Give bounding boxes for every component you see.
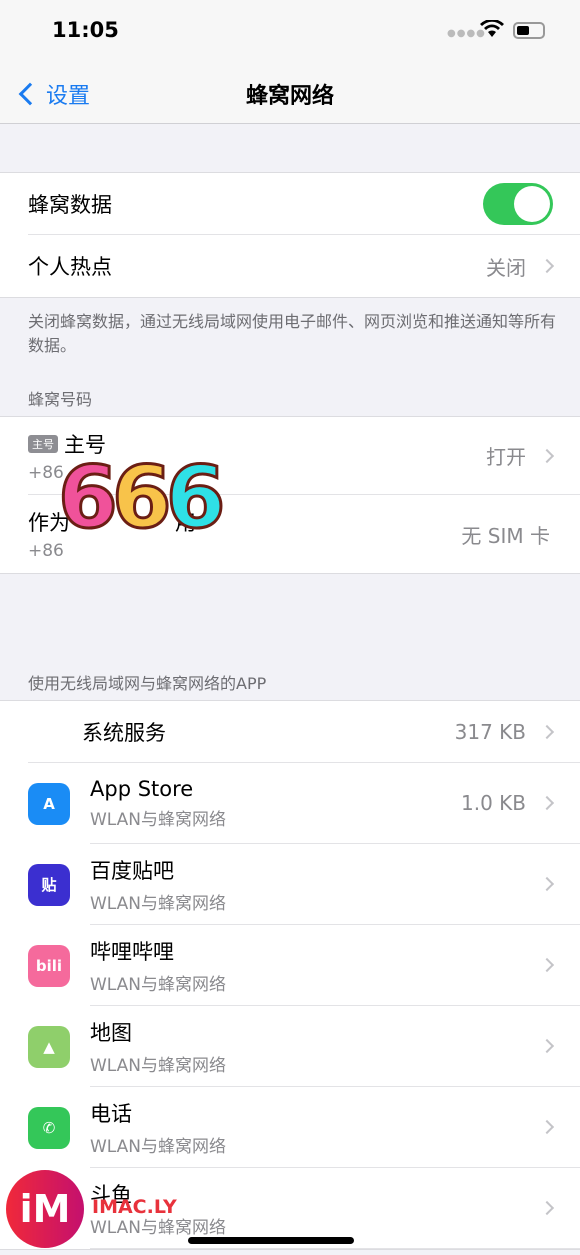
app-row-maps[interactable]: ▲ 地图 WLAN与蜂窝网络: [28, 1006, 580, 1087]
cellular-group: 蜂窝数据 个人热点 关闭: [0, 172, 580, 298]
hotspot-row[interactable]: 个人热点 关闭: [28, 235, 580, 297]
app-name: 电话: [90, 1101, 132, 1126]
app-subtitle: WLAN与蜂窝网络: [90, 974, 227, 995]
app-row-phone[interactable]: ✆ 电话 WLAN与蜂窝网络: [28, 1087, 580, 1168]
app-subtitle: WLAN与蜂窝网络: [90, 893, 227, 914]
app-store-icon: A: [28, 782, 70, 825]
wifi-icon: [480, 20, 504, 37]
status-bar: 11:05 ●●●●: [0, 0, 580, 60]
app-subtitle: WLAN与蜂窝网络: [90, 809, 227, 830]
app-subtitle: WLAN与蜂窝网络: [90, 1055, 227, 1076]
app-name: 哔哩哔哩: [90, 939, 174, 964]
navigation-bar: 设置 蜂窝网络: [0, 60, 580, 124]
app-name: 百度贴吧: [90, 858, 174, 883]
app-name: 地图: [90, 1020, 132, 1045]
chevron-right-icon: [539, 724, 555, 739]
hotspot-value: 关闭: [486, 255, 526, 280]
chevron-right-icon: [539, 1200, 555, 1216]
cellular-data-label: 蜂窝数据: [28, 192, 112, 217]
chevron-right-icon: [539, 795, 555, 811]
system-services-label: 系统服务: [82, 720, 166, 745]
primary-badge: 主号: [28, 434, 58, 453]
app-row-bilibili[interactable]: bili 哔哩哔哩 WLAN与蜂窝网络: [28, 925, 580, 1006]
chevron-right-icon: [539, 448, 555, 463]
maps-icon: ▲: [28, 1025, 70, 1068]
app-name: App Store: [90, 776, 194, 801]
phone-icon: ✆: [28, 1106, 70, 1149]
bilibili-icon: bili: [28, 944, 70, 987]
status-time: 11:05: [52, 18, 119, 42]
tieba-icon: 贴: [28, 863, 70, 906]
system-services-row[interactable]: 系统服务 317 KB: [28, 701, 580, 763]
cellular-data-row: 蜂窝数据: [28, 173, 580, 235]
battery-icon: [513, 22, 545, 39]
chevron-right-icon: [539, 1038, 555, 1054]
app-row-app-store[interactable]: A App Store WLAN与蜂窝网络 1.0 KB: [28, 763, 580, 844]
666-sticker: 666: [57, 447, 228, 550]
cellular-footer: 关闭蜂窝数据，通过无线局域网使用电子邮件、网页浏览和推送通知等所有数据。: [28, 312, 557, 355]
watermark-logo: iM: [6, 1170, 84, 1248]
chevron-right-icon: [539, 1119, 555, 1135]
system-services-value: 317 KB: [454, 719, 526, 744]
chevron-right-icon: [539, 957, 555, 973]
app-usage: 1.0 KB: [461, 791, 526, 815]
page-title: 蜂窝网络: [245, 84, 334, 109]
number-value: 打开: [486, 445, 526, 469]
number-value: 无 SIM 卡: [461, 523, 550, 548]
apps-header: 使用无线局域网与蜂窝网络的APP: [28, 674, 267, 693]
watermark-text: IMAC.LY: [92, 1196, 177, 1218]
home-indicator: [188, 1237, 354, 1244]
numbers-header: 蜂窝号码: [28, 390, 93, 409]
hotspot-label: 个人热点: [28, 255, 112, 279]
apps-group: 系统服务 317 KB A App Store WLAN与蜂窝网络 1.0 KB 贴…: [0, 700, 580, 1250]
app-subtitle: WLAN与蜂窝网络: [90, 1136, 227, 1157]
chevron-right-icon: [539, 258, 555, 274]
chevron-right-icon: [539, 876, 555, 892]
cellular-data-toggle[interactable]: [483, 182, 553, 225]
app-row-tieba[interactable]: 贴 百度贴吧 WLAN与蜂窝网络: [28, 844, 580, 925]
